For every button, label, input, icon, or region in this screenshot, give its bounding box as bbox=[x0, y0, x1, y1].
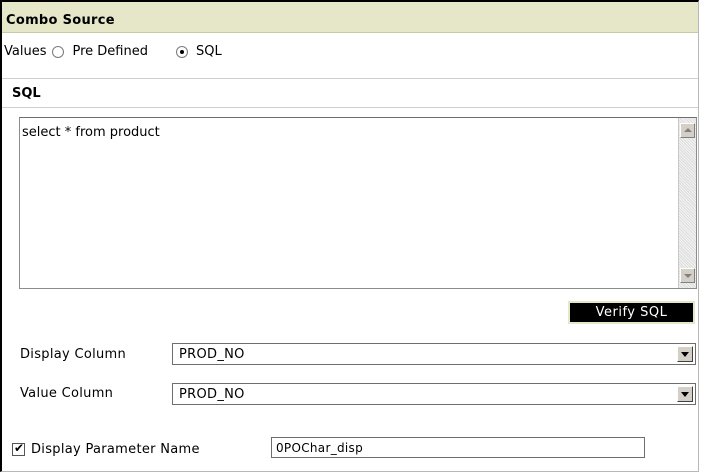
verify-sql-button[interactable]: Verify SQL bbox=[568, 301, 695, 324]
value-column-value: PROD_NO bbox=[179, 387, 245, 402]
scroll-up-button[interactable] bbox=[680, 123, 695, 138]
sql-query-text: select * from product bbox=[22, 125, 160, 140]
value-column-select[interactable]: PROD_NO bbox=[172, 383, 696, 405]
scroll-down-button[interactable] bbox=[680, 268, 695, 283]
value-column-dropdown-button[interactable] bbox=[677, 386, 693, 402]
chevron-down-icon bbox=[681, 392, 689, 397]
checkmark-icon: ✔ bbox=[14, 441, 25, 455]
pre-defined-label[interactable]: Pre Defined bbox=[72, 44, 148, 59]
display-column-dropdown-button[interactable] bbox=[677, 346, 693, 362]
combo-source-header: Combo Source bbox=[2, 2, 698, 33]
pre-defined-radio[interactable] bbox=[52, 45, 65, 58]
sql-section-header: SQL bbox=[2, 78, 698, 108]
display-column-value: PROD_NO bbox=[179, 347, 245, 362]
display-column-label: Display Column bbox=[20, 347, 127, 362]
values-radio-group: Values Pre Defined SQL bbox=[4, 44, 222, 59]
chevron-down-icon bbox=[681, 352, 689, 357]
value-column-label: Value Column bbox=[20, 386, 114, 401]
display-column-select[interactable]: PROD_NO bbox=[172, 343, 696, 365]
combo-source-title: Combo Source bbox=[6, 13, 115, 28]
display-parameter-value: 0POChar_disp bbox=[276, 441, 364, 455]
values-label: Values bbox=[4, 44, 47, 59]
sql-radio[interactable] bbox=[175, 45, 188, 58]
textarea-scrollbar[interactable] bbox=[678, 118, 696, 288]
arrow-down-icon bbox=[684, 274, 692, 278]
sql-query-textarea[interactable]: select * from product bbox=[19, 117, 697, 289]
sql-section-title: SQL bbox=[12, 86, 41, 101]
display-parameter-input[interactable]: 0POChar_disp bbox=[271, 437, 645, 458]
display-parameter-label: Display Parameter Name bbox=[31, 442, 200, 457]
display-parameter-checkbox[interactable]: ✔ bbox=[12, 441, 25, 456]
arrow-up-icon bbox=[684, 128, 692, 132]
sql-label[interactable]: SQL bbox=[196, 44, 222, 59]
